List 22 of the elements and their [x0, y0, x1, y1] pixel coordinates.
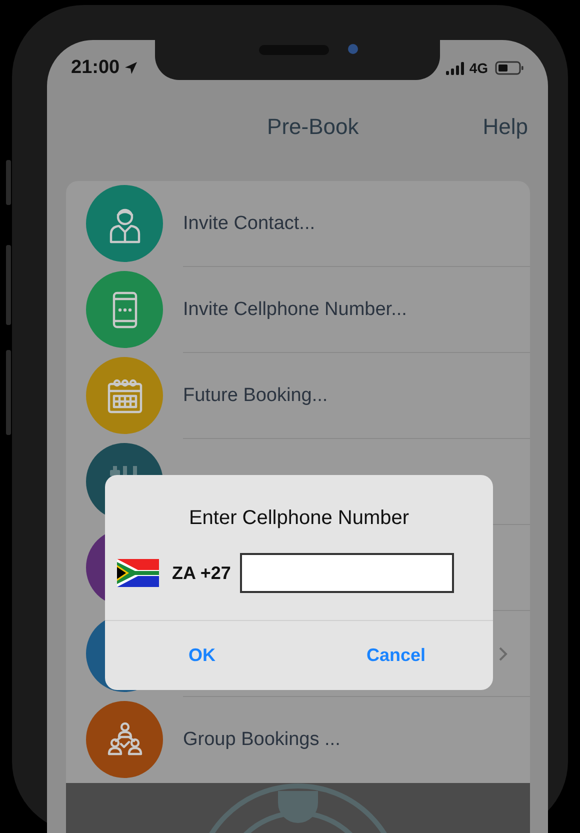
menu-item[interactable]: Future Booking... — [66, 353, 530, 439]
menu-item[interactable]: Invite Contact... — [66, 181, 530, 267]
item-label: Group Bookings ... — [183, 729, 340, 751]
flag-icon — [117, 559, 159, 587]
item-label: Invite Cellphone Number... — [183, 298, 407, 320]
dialog-title: Enter Cellphone Number — [188, 507, 410, 530]
battery-icon — [495, 61, 524, 75]
dialog-button[interactable]: Cancel — [299, 621, 493, 690]
clock-time: 21:00 — [71, 57, 120, 79]
help-button[interactable]: Help — [482, 114, 528, 140]
network-label: 4G — [469, 60, 488, 76]
phone-number-field[interactable] — [240, 553, 454, 593]
item-label: Invite Contact... — [183, 212, 316, 234]
item-label: Future Booking... — [183, 384, 328, 406]
screen-title: Pre-Book — [267, 114, 359, 140]
dialog-button[interactable]: OK — [105, 621, 299, 690]
signal-icon — [446, 62, 466, 74]
menu-item[interactable]: Invite Cellphone Number... — [66, 267, 530, 353]
country-code: ZA +27 — [172, 562, 231, 584]
location-arrow-icon — [124, 61, 138, 75]
menu-item[interactable]: Group Bookings ... — [66, 697, 530, 783]
camera-lens — [348, 44, 358, 54]
